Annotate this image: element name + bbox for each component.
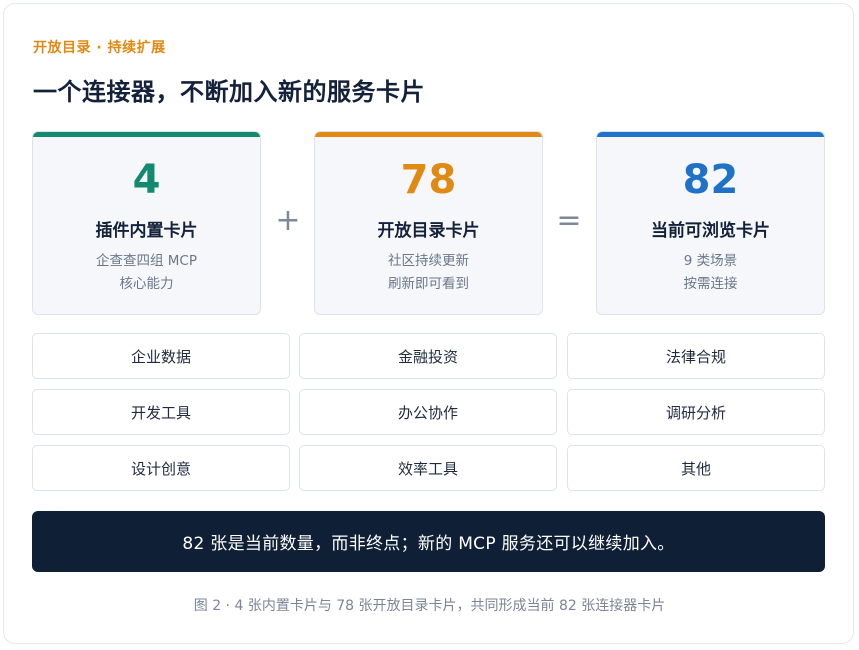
plus-operator: + [275, 203, 301, 238]
stat-label: 开放目录卡片 [377, 221, 480, 241]
category-chip-research: 调研分析 [567, 389, 825, 435]
stat-card-builtin: 4 插件内置卡片 企查查四组 MCP 核心能力 [32, 131, 261, 315]
equals-operator: = [556, 203, 582, 238]
figure-caption: 图 2 · 4 张内置卡片与 78 张开放目录卡片，共同形成当前 82 张连接器… [193, 598, 666, 614]
page-title: 一个连接器，不断加入新的服务卡片 [33, 78, 425, 106]
stat-description: 社区持续更新 刷新即可看到 [315, 250, 542, 296]
stat-description-line: 9 类场景 [683, 253, 738, 269]
stat-description-line: 企查查四组 MCP [95, 253, 197, 269]
category-chip-other: 其他 [567, 445, 825, 491]
category-chip-design: 设计创意 [32, 445, 290, 491]
stat-card-total: 82 当前可浏览卡片 9 类场景 按需连接 [596, 131, 825, 315]
category-chip-dev-tools: 开发工具 [32, 389, 290, 435]
category-chip-productivity: 效率工具 [299, 445, 557, 491]
stat-description-line: 核心能力 [119, 276, 174, 292]
stat-card-accent-bar [315, 132, 542, 137]
category-chip-legal: 法律合规 [567, 333, 825, 379]
summary-banner: 82 张是当前数量，而非终点；新的 MCP 服务还可以继续加入。 [32, 511, 825, 572]
stat-card-accent-bar [33, 132, 260, 137]
stat-description-line: 社区持续更新 [388, 253, 469, 269]
stat-number: 82 [682, 157, 739, 203]
category-chip-office: 办公协作 [299, 389, 557, 435]
stat-description-line: 刷新即可看到 [388, 276, 469, 292]
stat-label: 当前可浏览卡片 [651, 221, 770, 241]
stat-card-open-catalog: 78 开放目录卡片 社区持续更新 刷新即可看到 [314, 131, 543, 315]
stat-description: 企查查四组 MCP 核心能力 [33, 250, 260, 296]
stat-card-accent-bar [597, 132, 824, 137]
eyebrow-label: 开放目录 · 持续扩展 [33, 40, 166, 56]
category-chip-finance: 金融投资 [299, 333, 557, 379]
stat-number: 78 [400, 157, 457, 203]
stat-description: 9 类场景 按需连接 [597, 250, 824, 296]
stat-description-line: 按需连接 [683, 276, 738, 292]
category-chip-enterprise-data: 企业数据 [32, 333, 290, 379]
stat-label: 插件内置卡片 [95, 221, 198, 241]
stat-number: 4 [132, 157, 161, 203]
